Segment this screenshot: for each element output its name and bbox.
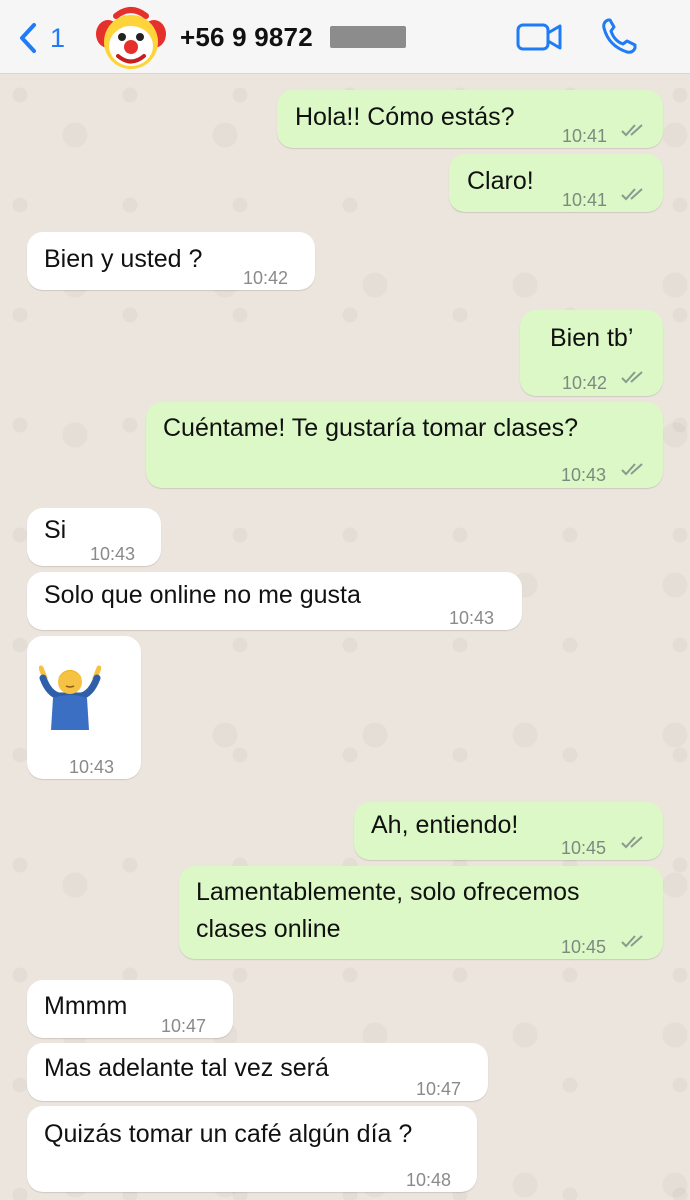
message-bubble-outgoing[interactable]: Cuéntame! Te gustaría tomar clases? 10:4… <box>146 402 663 488</box>
video-call-icon[interactable] <box>516 18 562 56</box>
read-check-icon <box>621 836 643 849</box>
phone-call-icon[interactable] <box>600 16 638 56</box>
read-check-icon <box>621 935 643 948</box>
read-check-icon <box>621 124 643 137</box>
message-time: 10:47 <box>161 1016 207 1036</box>
message-time: 10:43 <box>449 608 495 628</box>
message-time: 10:42 <box>562 373 608 393</box>
message-bubble-incoming-emoji[interactable]: 10:43 <box>27 636 141 779</box>
message-time: 10:43 <box>561 465 607 485</box>
message-time: 10:47 <box>416 1079 462 1099</box>
message-time: 10:42 <box>243 268 289 288</box>
message-text: Bien tb’ <box>550 324 634 352</box>
unread-count: 1 <box>50 22 66 53</box>
message-bubble-outgoing[interactable]: Bien tb’ 10:42 <box>520 310 663 396</box>
message-bubble-outgoing[interactable]: Lamentablemente, solo ofrecemos clases o… <box>179 866 663 959</box>
message-text: Bien y usted ? <box>44 245 203 273</box>
contact-name[interactable]: +56 9 9872 <box>180 22 313 53</box>
message-text-line: Lamentablemente, solo ofrecemos <box>196 878 580 906</box>
message-time: 10:41 <box>562 126 608 146</box>
message-bubble-outgoing[interactable]: Claro! 10:41 <box>449 154 663 212</box>
message-text: Claro! <box>467 167 534 195</box>
clown-face-avatar-icon[interactable] <box>94 4 168 72</box>
message-bubble-incoming[interactable]: Quizás tomar un café algún día ? 10:48 <box>27 1106 477 1192</box>
message-bubble-outgoing[interactable]: Ah, entiendo! 10:45 <box>354 802 663 860</box>
message-bubble-incoming[interactable]: Mas adelante tal vez será 10:47 <box>27 1043 488 1101</box>
message-text: Quizás tomar un café algún día ? <box>44 1120 413 1148</box>
message-time: 10:45 <box>561 838 607 858</box>
chevron-left-icon <box>20 23 36 53</box>
message-bubble-incoming[interactable]: Si 10:43 <box>27 508 161 566</box>
read-check-icon <box>621 188 643 201</box>
message-time: 10:41 <box>562 190 608 210</box>
message-text: Solo que online no me gusta <box>44 581 361 609</box>
message-text: Hola!! Cómo estás? <box>295 103 515 131</box>
message-bubble-outgoing[interactable]: Hola!! Cómo estás? 10:41 <box>277 90 663 148</box>
person-shrugging-emoji-icon <box>39 665 101 730</box>
message-bubble-incoming[interactable]: Solo que online no me gusta 10:43 <box>27 572 522 630</box>
chat-header: 1 +56 9 9872 <box>0 0 690 74</box>
message-text: Ah, entiendo! <box>371 811 519 839</box>
message-text: Cuéntame! Te gustaría tomar clases? <box>163 414 579 442</box>
back-button[interactable]: 1 <box>14 18 65 58</box>
chat-wallpaper: Hola!! Cómo estás? 10:41 Claro! 10:41 Bi… <box>0 75 690 1200</box>
read-check-icon <box>621 463 643 476</box>
message-bubble-incoming[interactable]: Mmmm 10:47 <box>27 980 233 1038</box>
message-time: 10:43 <box>90 544 136 564</box>
message-time: 10:43 <box>69 757 115 777</box>
message-time: 10:45 <box>561 937 607 957</box>
message-time: 10:48 <box>406 1170 452 1190</box>
message-text-line: clases online <box>196 915 341 943</box>
message-text: Mas adelante tal vez será <box>44 1054 329 1082</box>
read-check-icon <box>621 371 643 384</box>
redacted-phone-digits <box>330 26 406 48</box>
message-text: Si <box>44 516 67 544</box>
message-text: Mmmm <box>44 992 128 1020</box>
message-bubble-incoming[interactable]: Bien y usted ? 10:42 <box>27 232 315 290</box>
